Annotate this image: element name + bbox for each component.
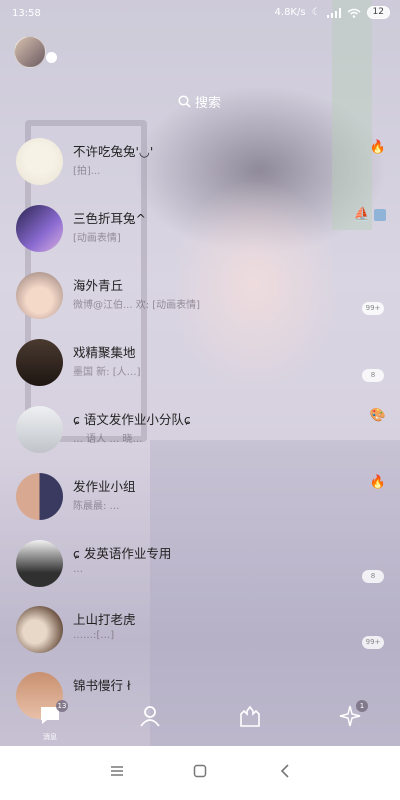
tab-dynamic[interactable] bbox=[232, 702, 268, 742]
system-nav-bar bbox=[0, 746, 400, 800]
tab-messages[interactable]: 13 消息 bbox=[32, 700, 68, 742]
chat-title: 上山打老虎 bbox=[73, 612, 136, 627]
unread-badge: 99+ bbox=[362, 636, 384, 649]
sailboat-icon: ⛵ bbox=[354, 207, 386, 222]
chat-preview: 微博@江伯... 欢: [动画表情] bbox=[73, 300, 201, 311]
chat-item[interactable]: 上山打老虎 ……:[…] 99+ bbox=[0, 600, 400, 666]
unread-badge: 8 bbox=[362, 570, 384, 583]
chat-title: 发作业小组 bbox=[73, 479, 136, 494]
chat-preview: 陈晨晨: … bbox=[73, 501, 120, 512]
chat-preview: 墨国 新: [人…] bbox=[73, 367, 141, 378]
chat-preview: [拍]... bbox=[73, 166, 101, 177]
chat-avatar bbox=[16, 339, 63, 386]
net-speed: 4.8K/s bbox=[274, 7, 306, 18]
chat-title: 戏精聚集地 bbox=[73, 345, 136, 360]
status-bar: 13:58 4.8K/s ☾ 12 bbox=[0, 0, 400, 26]
tab-contacts[interactable] bbox=[132, 702, 168, 742]
chat-avatar bbox=[16, 205, 63, 252]
chat-title: 锦书慢行 ł bbox=[73, 678, 131, 693]
back-icon[interactable] bbox=[278, 764, 292, 778]
chat-avatar bbox=[16, 138, 63, 185]
chat-item[interactable]: ɕ 发英语作业专用 … 8 bbox=[0, 534, 400, 600]
castle-icon bbox=[240, 705, 260, 727]
chat-avatar bbox=[16, 540, 63, 587]
chat-item[interactable]: 发作业小组 陈晨晨: … 🔥 bbox=[0, 467, 400, 533]
online-status-dot bbox=[46, 52, 57, 63]
search-bar[interactable]: 搜索 bbox=[178, 92, 221, 111]
chat-item[interactable]: 三色折耳兔^ [动画表情] ⛵ bbox=[0, 199, 400, 265]
search-icon bbox=[178, 95, 191, 108]
chat-item[interactable]: ɕ 语文发作业小分队ɕ … 语人 … 晓… 🎨 bbox=[0, 400, 400, 466]
palette-icon: 🎨 bbox=[369, 408, 386, 423]
moon-icon: ☾ bbox=[311, 7, 321, 18]
chat-avatar bbox=[16, 473, 63, 520]
chat-avatar bbox=[16, 272, 63, 319]
battery-indicator: 12 bbox=[366, 6, 390, 19]
tab-messages-label: 消息 bbox=[43, 733, 57, 741]
menu-icon[interactable] bbox=[110, 764, 124, 778]
chat-preview: … 语人 … 晓… bbox=[73, 434, 143, 445]
wifi-icon bbox=[347, 8, 361, 18]
chat-title: ɕ 发英语作业专用 bbox=[73, 546, 172, 561]
chat-item[interactable]: 戏精聚集地 墨国 新: [人…] 8 bbox=[0, 333, 400, 399]
chat-title: 三色折耳兔^ bbox=[73, 211, 146, 226]
unread-badge: 99+ bbox=[362, 302, 384, 315]
chat-preview: ……:[…] bbox=[73, 630, 115, 641]
chat-preview: … bbox=[73, 564, 83, 575]
chat-title: 海外青丘 bbox=[73, 278, 124, 293]
chat-avatar bbox=[16, 406, 63, 453]
discover-count-badge: 1 bbox=[356, 700, 368, 712]
search-label: 搜索 bbox=[195, 96, 222, 111]
profile-avatar[interactable] bbox=[14, 36, 46, 68]
chat-title: ɕ 语文发作业小分队ɕ bbox=[73, 412, 191, 427]
app-icon bbox=[374, 208, 386, 221]
contacts-icon bbox=[140, 706, 160, 727]
signal-icon bbox=[326, 7, 341, 18]
chat-preview: [动画表情] bbox=[73, 233, 121, 244]
bottom-tab-bar: 13 消息 1 bbox=[0, 700, 400, 746]
chat-title: 不许吃兔兔'◡' bbox=[73, 144, 154, 159]
message-count-badge: 13 bbox=[56, 700, 68, 712]
home-icon[interactable] bbox=[193, 764, 207, 778]
unread-badge: 8 bbox=[362, 369, 384, 382]
chat-avatar bbox=[16, 606, 63, 653]
fire-icon: 🔥 bbox=[369, 475, 386, 490]
chat-item[interactable]: 海外青丘 微博@江伯... 欢: [动画表情] 99+ bbox=[0, 266, 400, 332]
status-right: 4.8K/s ☾ 12 bbox=[275, 6, 390, 19]
fire-icon: 🔥 bbox=[369, 140, 386, 155]
status-time: 13:58 bbox=[12, 8, 41, 19]
tab-discover[interactable]: 1 bbox=[332, 700, 368, 742]
chat-item[interactable]: 不许吃兔兔'◡' [拍]... 🔥 bbox=[0, 132, 400, 198]
